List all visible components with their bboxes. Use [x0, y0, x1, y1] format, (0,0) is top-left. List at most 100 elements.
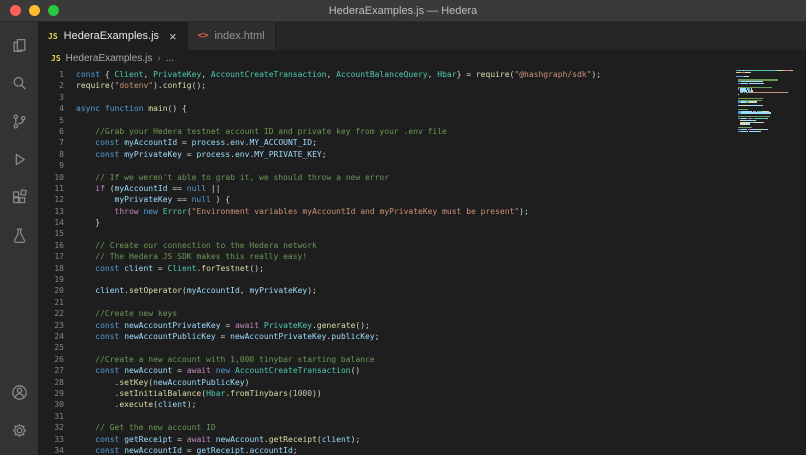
- code-editor[interactable]: 1const { Client, PrivateKey, AccountCrea…: [38, 67, 806, 455]
- tab-label: index.html: [214, 30, 264, 42]
- tab-hederaexamples-js[interactable]: JS HederaExamples.js ×: [38, 22, 188, 50]
- code-line[interactable]: 8 const myPrivateKey = process.env.MY_PR…: [38, 149, 806, 160]
- search-icon[interactable]: [0, 64, 38, 102]
- window-title: HederaExamples.js — Hedera: [329, 5, 478, 17]
- line-number: 16: [38, 240, 64, 251]
- javascript-file-icon: JS: [51, 54, 61, 63]
- line-number: 23: [38, 320, 64, 331]
- code-line[interactable]: 22 //Create new keys: [38, 308, 806, 319]
- line-number: 34: [38, 445, 64, 455]
- code-line[interactable]: 29 .setInitialBalance(Hbar.fromTinybars(…: [38, 388, 806, 399]
- code-line[interactable]: 12 myPrivateKey == null ) {: [38, 194, 806, 205]
- line-number: 21: [38, 297, 64, 308]
- extensions-icon[interactable]: [0, 178, 38, 216]
- line-number: 25: [38, 342, 64, 353]
- code-line[interactable]: 26 //Create a new account with 1,000 tin…: [38, 354, 806, 365]
- source-control-icon[interactable]: [0, 102, 38, 140]
- window-controls: [10, 0, 59, 21]
- code-line[interactable]: 17 // The Hedera JS SDK makes this reall…: [38, 251, 806, 262]
- code-line[interactable]: 5: [38, 115, 806, 126]
- line-number: 2: [38, 80, 64, 91]
- line-number: 20: [38, 285, 64, 296]
- line-number: 7: [38, 137, 64, 148]
- minimize-window-button[interactable]: [29, 5, 40, 16]
- line-number: 30: [38, 399, 64, 410]
- line-number: 32: [38, 422, 64, 433]
- code-line[interactable]: 13 throw new Error("Environment variable…: [38, 206, 806, 217]
- window-title-bar: HederaExamples.js — Hedera: [0, 0, 806, 22]
- breadcrumb-more[interactable]: ...: [166, 53, 174, 64]
- code-line[interactable]: 2require("dotenv").config();: [38, 80, 806, 91]
- code-line[interactable]: 3: [38, 92, 806, 103]
- line-number: 15: [38, 228, 64, 239]
- chevron-right-icon: ›: [157, 53, 160, 64]
- code-line[interactable]: 1const { Client, PrivateKey, AccountCrea…: [38, 69, 806, 80]
- tab-index-html[interactable]: <> index.html: [188, 22, 276, 50]
- code-line[interactable]: 19: [38, 274, 806, 285]
- code-line[interactable]: 6 //Grab your Hedera testnet account ID …: [38, 126, 806, 137]
- line-number: 8: [38, 149, 64, 160]
- line-number: 27: [38, 365, 64, 376]
- line-number: 24: [38, 331, 64, 342]
- editor-group: JS HederaExamples.js × <> index.html JS …: [38, 22, 806, 455]
- html-file-icon: <>: [198, 31, 209, 41]
- line-number: 5: [38, 115, 64, 126]
- code-line[interactable]: 11 if (myAccountId == null ||: [38, 183, 806, 194]
- code-line[interactable]: 14 }: [38, 217, 806, 228]
- close-window-button[interactable]: [10, 5, 21, 16]
- line-number: 29: [38, 388, 64, 399]
- code-line[interactable]: 31: [38, 411, 806, 422]
- line-number: 31: [38, 411, 64, 422]
- code-line[interactable]: 4async function main() {: [38, 103, 806, 114]
- line-number: 19: [38, 274, 64, 285]
- line-number: 17: [38, 251, 64, 262]
- tab-label: HederaExamples.js: [64, 30, 159, 42]
- code-line[interactable]: 24 const newAccountPublicKey = newAccoun…: [38, 331, 806, 342]
- code-line[interactable]: 23 const newAccountPrivateKey = await Pr…: [38, 320, 806, 331]
- zoom-window-button[interactable]: [48, 5, 59, 16]
- account-icon[interactable]: [0, 373, 38, 411]
- line-number: 33: [38, 434, 64, 445]
- code-line[interactable]: 7 const myAccountId = process.env.MY_ACC…: [38, 137, 806, 148]
- line-number: 9: [38, 160, 64, 171]
- line-number: 11: [38, 183, 64, 194]
- code-line[interactable]: 21: [38, 297, 806, 308]
- line-number: 4: [38, 103, 64, 114]
- code-area[interactable]: 1const { Client, PrivateKey, AccountCrea…: [38, 69, 806, 455]
- code-line[interactable]: 25: [38, 342, 806, 353]
- line-number: 3: [38, 92, 64, 103]
- line-number: 10: [38, 172, 64, 183]
- line-number: 28: [38, 377, 64, 388]
- line-number: 14: [38, 217, 64, 228]
- code-line[interactable]: 32 // Get the new account ID: [38, 422, 806, 433]
- explorer-icon[interactable]: [0, 26, 38, 64]
- breadcrumb-file[interactable]: HederaExamples.js: [66, 53, 153, 64]
- line-number: 13: [38, 206, 64, 217]
- code-line[interactable]: 10 // If we weren't able to grab it, we …: [38, 172, 806, 183]
- testing-icon[interactable]: [0, 216, 38, 254]
- code-line[interactable]: 15: [38, 228, 806, 239]
- line-number: 6: [38, 126, 64, 137]
- code-line[interactable]: 28 .setKey(newAccountPublicKey): [38, 377, 806, 388]
- code-line[interactable]: 34 const newAccountId = getReceipt.accou…: [38, 445, 806, 455]
- code-line[interactable]: 30 .execute(client);: [38, 399, 806, 410]
- breadcrumb[interactable]: JS HederaExamples.js › ...: [38, 50, 806, 67]
- code-line[interactable]: 33 const getReceipt = await newAccount.g…: [38, 434, 806, 445]
- code-line[interactable]: 20 client.setOperator(myAccountId, myPri…: [38, 285, 806, 296]
- run-and-debug-icon[interactable]: [0, 140, 38, 178]
- line-number: 18: [38, 263, 64, 274]
- line-number: 1: [38, 69, 64, 80]
- tab-close-icon[interactable]: ×: [169, 30, 177, 43]
- settings-gear-icon[interactable]: [0, 411, 38, 449]
- code-line[interactable]: 9: [38, 160, 806, 171]
- line-number: 12: [38, 194, 64, 205]
- tab-bar: JS HederaExamples.js × <> index.html: [38, 22, 806, 50]
- minimap[interactable]: [736, 70, 802, 133]
- code-line[interactable]: 27 const newAccount = await new AccountC…: [38, 365, 806, 376]
- code-line[interactable]: 16 // Create our connection to the Heder…: [38, 240, 806, 251]
- line-number: 26: [38, 354, 64, 365]
- activity-bar: [0, 22, 38, 455]
- code-line[interactable]: 18 const client = Client.forTestnet();: [38, 263, 806, 274]
- javascript-file-icon: JS: [48, 32, 58, 41]
- line-number: 22: [38, 308, 64, 319]
